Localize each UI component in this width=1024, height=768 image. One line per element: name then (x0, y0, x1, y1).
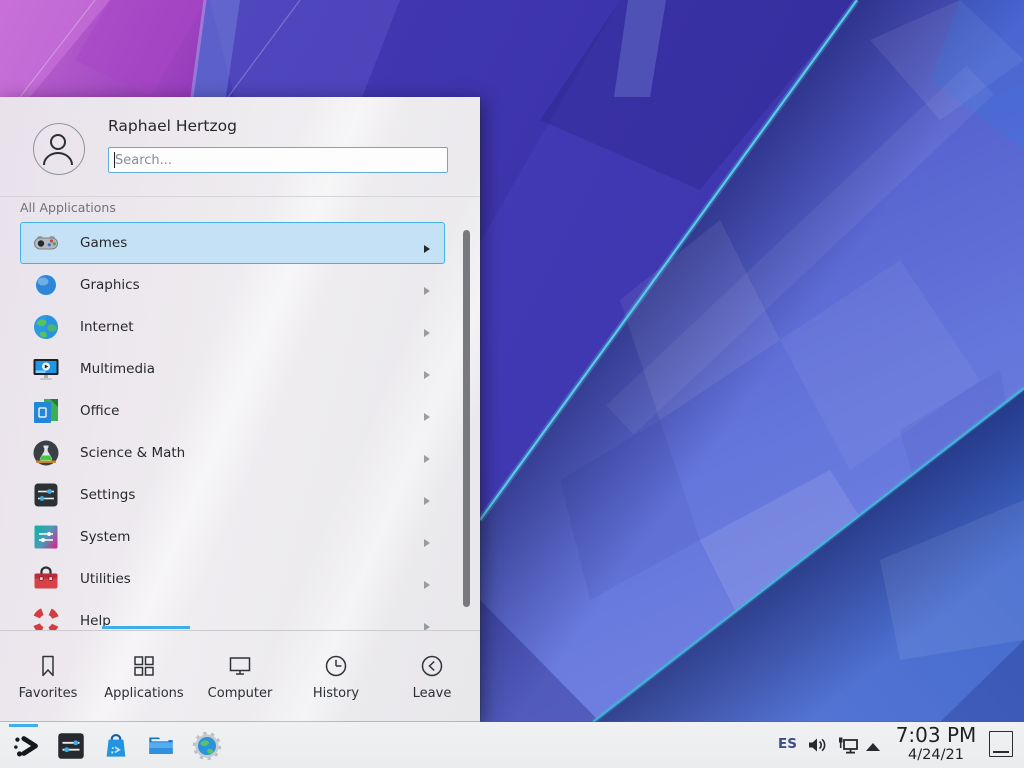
menu-item-internet[interactable]: Internet (20, 306, 445, 348)
menu-item-settings[interactable]: Settings (20, 474, 445, 516)
active-tab-indicator (102, 626, 190, 629)
discover-button[interactable] (99, 729, 133, 763)
desktop: Raphael Hertzog All Applications (0, 0, 1024, 768)
submenu-arrow-icon (423, 323, 431, 342)
submenu-arrow-icon (423, 491, 431, 510)
games-icon (32, 229, 60, 257)
header-separator (0, 196, 480, 197)
submenu-arrow-icon (423, 449, 431, 468)
settings-icon (32, 481, 60, 509)
history-icon (323, 653, 349, 679)
network-icon[interactable] (836, 734, 860, 762)
category-list: Games Graphics (0, 222, 480, 630)
system-icon (32, 523, 60, 551)
menu-item-graphics[interactable]: Graphics (20, 264, 445, 306)
submenu-arrow-icon (423, 575, 431, 594)
user-avatar[interactable] (33, 123, 85, 175)
menu-item-multimedia[interactable]: Multimedia (20, 348, 445, 390)
file-manager-icon (144, 729, 178, 763)
file-manager-button[interactable] (144, 729, 178, 763)
submenu-arrow-icon (423, 365, 431, 384)
launcher-active-indicator (9, 724, 38, 727)
tab-label: Computer (208, 686, 273, 701)
tab-label: Leave (413, 686, 452, 701)
office-icon (32, 397, 60, 425)
user-name: Raphael Hertzog (108, 117, 237, 135)
system-settings-button[interactable] (54, 729, 88, 763)
menu-item-label: Utilities (80, 571, 131, 587)
menu-item-label: Settings (80, 487, 135, 503)
menu-item-label: Multimedia (80, 361, 155, 377)
multimedia-icon (32, 355, 60, 383)
section-label: All Applications (20, 200, 116, 215)
internet-icon (32, 313, 60, 341)
clock-time: 7:03 PM (888, 723, 984, 747)
taskbar: ES 7:03 PM 4/24/21 (0, 722, 1024, 768)
clock-date: 4/24/21 (888, 747, 984, 764)
launcher-tabbar: Favorites Applications (0, 631, 480, 722)
show-desktop-button[interactable] (989, 731, 1013, 757)
menu-item-label: Internet (80, 319, 134, 335)
tab-computer[interactable]: Computer (192, 631, 288, 722)
submenu-arrow-icon (423, 533, 431, 552)
menu-item-label: Science & Math (80, 445, 185, 461)
tab-label: History (313, 686, 359, 701)
expand-arrow-icon[interactable] (866, 743, 880, 751)
kickoff-launcher-button[interactable] (10, 729, 44, 763)
menu-item-help[interactable]: Help (20, 600, 445, 630)
scrollbar[interactable] (463, 230, 470, 607)
leave-icon (419, 653, 445, 679)
help-icon (32, 607, 60, 630)
tab-label: Favorites (19, 686, 78, 701)
volume-icon[interactable] (806, 734, 828, 760)
keyboard-layout-indicator[interactable]: ES (778, 736, 797, 752)
submenu-arrow-icon (423, 617, 431, 630)
utilities-icon (32, 565, 60, 593)
tab-favorites[interactable]: Favorites (0, 631, 96, 722)
tab-leave[interactable]: Leave (384, 631, 480, 722)
konqueror-button[interactable] (190, 729, 224, 763)
tab-label: Applications (104, 686, 183, 701)
person-icon (34, 124, 82, 172)
menu-item-utilities[interactable]: Utilities (20, 558, 445, 600)
application-launcher-popup: Raphael Hertzog All Applications (0, 97, 480, 722)
computer-icon (227, 653, 253, 679)
tab-applications[interactable]: Applications (96, 631, 192, 722)
menu-item-office[interactable]: Office (20, 390, 445, 432)
submenu-arrow-icon (423, 407, 431, 426)
search-input[interactable] (108, 147, 448, 173)
konqueror-icon (190, 729, 224, 763)
text-caret (114, 152, 115, 168)
menu-item-label: Games (80, 235, 127, 251)
favorites-icon (35, 653, 61, 679)
menu-item-label: Graphics (80, 277, 140, 293)
digital-clock[interactable]: 7:03 PM 4/24/21 (888, 723, 984, 764)
science-icon (32, 439, 60, 467)
menu-item-games[interactable]: Games (20, 222, 445, 264)
graphics-icon (32, 271, 60, 299)
system-settings-icon (54, 729, 88, 763)
kickoff-icon (10, 729, 44, 763)
discover-icon (99, 729, 133, 763)
menu-item-science-math[interactable]: Science & Math (20, 432, 445, 474)
applications-icon (131, 653, 157, 679)
submenu-arrow-icon (423, 281, 431, 300)
tab-history[interactable]: History (288, 631, 384, 722)
menu-item-system[interactable]: System (20, 516, 445, 558)
submenu-arrow-icon (423, 239, 431, 258)
menu-item-label: Office (80, 403, 119, 419)
menu-item-label: System (80, 529, 130, 545)
